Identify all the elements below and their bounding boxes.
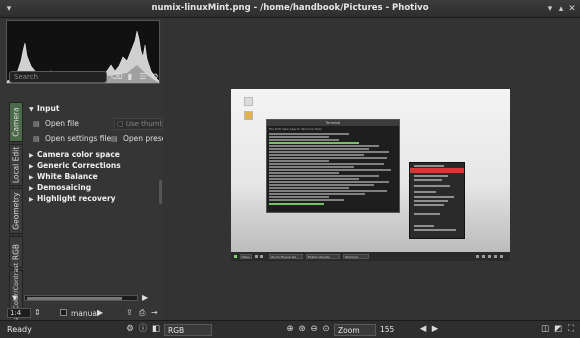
screenshot-taskbar: Menu Zoom Thunar 6a Firefox Ubuntu Termi…: [231, 252, 510, 261]
open-file-icon: ▤: [33, 120, 40, 128]
collapsed-triangle-icon: ▶: [29, 152, 34, 159]
zoom-value: 155: [380, 325, 395, 334]
pipe-size-controls: 1:4 ⇕ manual ▶ ⇪ ⎙ →: [0, 306, 163, 320]
export-icon[interactable]: ⇪: [126, 308, 133, 317]
section-generic-corrections[interactable]: ▶ Generic Corrections: [29, 161, 121, 170]
zoom-fit-icon[interactable]: ⊛: [297, 324, 307, 334]
terminal-menu: File Edit View Search Terminal Help: [269, 127, 322, 131]
section-camera-color-space[interactable]: ▶ Camera color space: [29, 150, 120, 159]
title-bar: ▾ numix-linuxMint.png - /home/handbook/P…: [0, 0, 580, 18]
forward-arrow-icon[interactable]: →: [151, 308, 158, 317]
pipe-size-field[interactable]: 1:4: [7, 308, 31, 318]
search-input[interactable]: Search: [9, 71, 107, 83]
scroll-right-icon[interactable]: ▶: [142, 293, 148, 302]
gear-icon[interactable]: ⚙: [150, 72, 160, 82]
panel-scrollbar[interactable]: [159, 180, 162, 204]
play-icon[interactable]: ▶: [97, 308, 103, 317]
context-menu-highlight: [410, 168, 464, 173]
zoom-out-icon[interactable]: ⊖: [309, 324, 319, 334]
output-icon[interactable]: ◧: [151, 324, 161, 334]
scrollbar-thumb[interactable]: [27, 297, 122, 300]
manual-label: manual: [71, 309, 100, 318]
open-file-button[interactable]: ▤ Open file: [33, 119, 79, 128]
use-thumbnail-checkbox[interactable]: ▢ Use thumb: [114, 118, 163, 130]
section-input-header[interactable]: ▼ Input: [29, 104, 59, 113]
zoom-100-icon[interactable]: ⊙: [321, 324, 331, 334]
zoom-mode-select[interactable]: Zoom: [334, 324, 376, 336]
pipe-size-arrow-icon[interactable]: ⇕: [34, 308, 41, 317]
section-demosaicing[interactable]: ▶ Demosaicing: [29, 183, 91, 192]
desktop-folder-icon: [244, 97, 253, 106]
list-icon[interactable]: ☰: [138, 72, 148, 82]
preset-file-icon: ▤: [111, 135, 118, 143]
context-menu: [409, 162, 465, 239]
open-preset-button[interactable]: ▤ Open prese: [111, 134, 163, 143]
channel-select[interactable]: RGB: [164, 324, 212, 336]
zoom-in-icon[interactable]: ⊕: [285, 324, 295, 334]
checkbox-icon: ▢: [117, 120, 126, 128]
section-white-balance[interactable]: ▶ White Balance: [29, 172, 98, 181]
horizontal-scrollbar[interactable]: [24, 295, 138, 301]
save-icon[interactable]: ⎙: [139, 308, 145, 318]
tab-camera[interactable]: Camera: [9, 102, 23, 142]
settings-icon[interactable]: ⚙: [125, 324, 135, 334]
collapsed-triangle-icon: ▶: [29, 174, 34, 181]
left-panel: Search ⌫ ▮ ☰ ⚙ Camera Local Edit Geometr…: [0, 18, 163, 323]
desktop-home-icon: [244, 111, 253, 120]
window-title: numix-linuxMint.png - /home/handbook/Pic…: [151, 3, 429, 13]
maximize-icon[interactable]: ▴: [556, 4, 566, 14]
tab-local-edit[interactable]: Local Edit: [9, 144, 23, 186]
info-icon[interactable]: ⓘ: [138, 324, 148, 334]
collapsed-triangle-icon: ▶: [29, 185, 34, 192]
minimize-icon[interactable]: ▾: [545, 4, 555, 14]
open-settings-file-button[interactable]: ▤ Open settings file: [33, 134, 111, 143]
camera-settings-panel: ▼ Input ▤ Open file ▢ Use thumb ▤ Open sett…: [25, 102, 163, 316]
terminal-window: Terminal File Edit View Search Terminal …: [266, 119, 400, 213]
split-view-icon[interactable]: ◫: [540, 324, 550, 334]
preview-image: Terminal File Edit View Search Terminal …: [231, 89, 510, 261]
image-canvas[interactable]: Terminal File Edit View Search Terminal …: [163, 18, 580, 320]
section-highlight-recovery[interactable]: ▶ Highlight recovery: [29, 194, 116, 203]
status-text: Ready: [7, 325, 32, 334]
tab-geometry[interactable]: Geometry: [9, 188, 23, 234]
fullscreen-icon[interactable]: ⛶: [566, 324, 576, 334]
clear-search-icon[interactable]: ⌫: [111, 72, 122, 82]
collapsed-triangle-icon: ▶: [29, 163, 34, 170]
expanded-triangle-icon: ▼: [29, 106, 34, 113]
settings-file-icon: ▤: [33, 135, 40, 143]
vertical-tabs: Camera Local Edit Geometry RGB Lab Color…: [9, 102, 23, 323]
next-image-icon[interactable]: ▶: [430, 324, 440, 334]
close-icon[interactable]: ✕: [567, 4, 577, 14]
tabs-scroll-down-icon[interactable]: ▼: [12, 294, 17, 302]
manual-checkbox[interactable]: [60, 309, 67, 316]
collapsed-triangle-icon: ▶: [29, 196, 34, 203]
terminal-output: [269, 132, 399, 212]
compare-icon[interactable]: ◩: [553, 324, 563, 334]
status-bar: Ready ⚙ ⓘ ◧ RGB ⊕ ⊛ ⊖ ⊙ Zoom 155 ◀ ▶ ◫ ◩…: [0, 320, 580, 338]
terminal-title: Terminal: [267, 120, 399, 126]
previous-image-icon[interactable]: ◀: [418, 324, 428, 334]
pin-icon[interactable]: ▮: [125, 72, 135, 82]
